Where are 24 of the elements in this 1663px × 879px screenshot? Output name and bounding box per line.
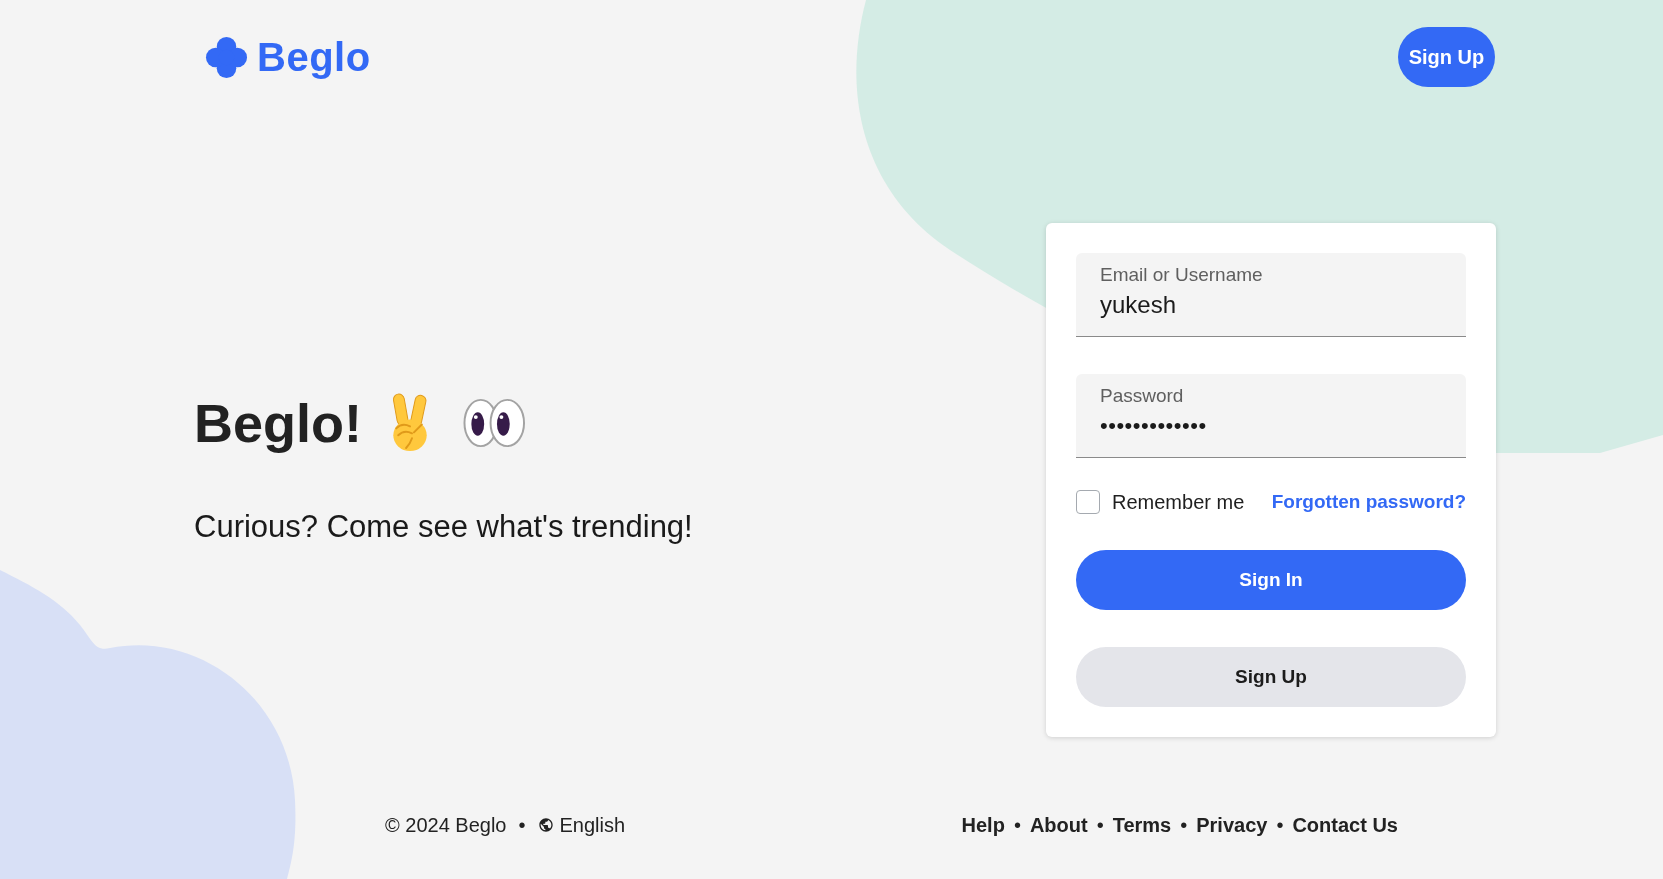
bullet-separator: • [518,813,526,838]
eyes-icon [463,397,526,448]
globe-icon [537,817,554,833]
bullet-separator: • [1180,813,1188,838]
footer-link[interactable]: Help [961,811,1005,839]
field-label: Password [1100,384,1184,408]
language-link[interactable]: English [559,811,626,839]
clover-logo-icon [205,35,248,79]
sign-in-button[interactable]: Sign In [1076,550,1466,610]
sign-up-button[interactable]: Sign Up [1076,647,1466,707]
bullet-separator: • [1096,813,1104,838]
hero-subtitle: Curious? Come see what's trending! [194,508,693,546]
forgot-password-link[interactable]: Forgotten password? [1271,490,1466,514]
footer-link[interactable]: Terms [1112,811,1172,839]
remember-checkbox[interactable] [1076,490,1100,514]
footer-link[interactable]: About [1029,811,1088,839]
checkbox-label: Remember me [1112,490,1245,514]
copyright-text: © 2024 Beglo [385,813,507,838]
bullet-separator: • [1276,813,1284,838]
bullet-separator: • [1013,813,1021,838]
footer-link[interactable]: Privacy [1196,811,1268,839]
footer-link[interactable]: Contact Us [1292,811,1398,839]
logo-text: Beglo [257,37,371,77]
field-label: Email or Username [1100,263,1263,287]
